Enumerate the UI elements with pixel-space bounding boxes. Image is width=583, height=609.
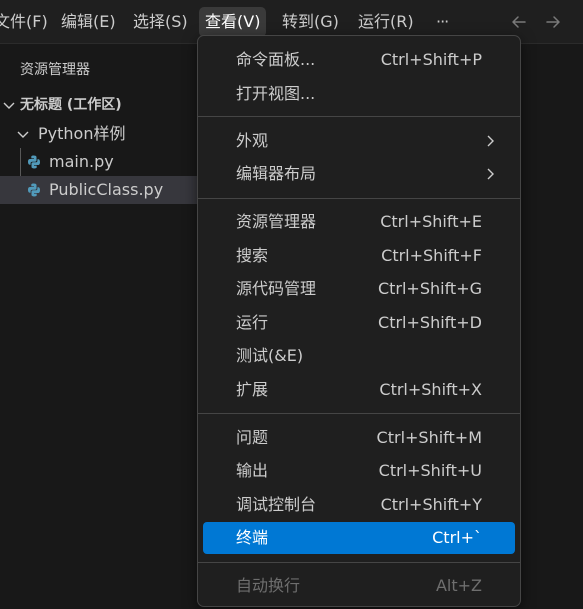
menu-go[interactable]: 转到(G): [276, 7, 345, 37]
chevron-down-icon: [17, 131, 29, 138]
folder-label: Python样例: [38, 124, 126, 143]
chevron-right-icon: [487, 168, 494, 180]
menu-item-label: 源代码管理: [236, 279, 317, 298]
menu-item-run[interactable]: 运行 Ctrl+Shift+D: [203, 307, 515, 339]
menu-item-label: 输出: [236, 461, 269, 480]
menu-item-label: 调试控制台: [236, 495, 317, 514]
file-row-publicclass[interactable]: PublicClass.py: [0, 176, 197, 204]
menu-item-appearance[interactable]: 外观: [203, 125, 515, 157]
menu-item-command-palette[interactable]: 命令面板... Ctrl+Shift+P: [203, 44, 515, 76]
menu-item-label: 终端: [236, 528, 269, 547]
menu-separator: [198, 198, 520, 199]
menu-item-shortcut: Ctrl+Shift+X: [379, 380, 482, 399]
menu-separator: [198, 413, 520, 414]
menu-item-label: 搜索: [236, 246, 269, 265]
menu-item-label: 问题: [236, 428, 269, 447]
menu-item-shortcut: Ctrl+Shift+Y: [380, 495, 482, 514]
menu-item-extensions[interactable]: 扩展 Ctrl+Shift+X: [203, 374, 515, 406]
menu-item-label: 外观: [236, 131, 269, 150]
menu-item-label: 编辑器布局: [236, 164, 317, 183]
python-file-icon: [28, 183, 40, 197]
menu-item-shortcut: Ctrl+Shift+M: [376, 428, 482, 447]
menu-run[interactable]: 运行(R): [352, 7, 420, 37]
arrow-left-icon[interactable]: [507, 10, 531, 34]
file-row-main[interactable]: main.py: [0, 148, 197, 176]
menu-item-source-control[interactable]: 源代码管理 Ctrl+Shift+G: [203, 273, 515, 305]
menu-item-shortcut: Ctrl+`: [432, 528, 482, 547]
view-menu-dropdown: 命令面板... Ctrl+Shift+P 打开视图... 外观 编辑器布局 资源…: [197, 35, 521, 607]
menu-separator: [198, 562, 520, 563]
menu-more[interactable]: ···: [430, 7, 454, 37]
menu-item-explorer[interactable]: 资源管理器 Ctrl+Shift+E: [203, 206, 515, 238]
menu-item-open-view[interactable]: 打开视图...: [203, 78, 515, 110]
menu-selection[interactable]: 选择(S): [127, 7, 194, 37]
python-file-icon: [28, 155, 40, 169]
menu-item-shortcut: Alt+Z: [435, 576, 482, 595]
menu-item-label: 资源管理器: [236, 212, 317, 231]
menu-item-problems[interactable]: 问题 Ctrl+Shift+M: [203, 422, 515, 454]
menu-item-label: 测试(&E): [236, 346, 304, 365]
menu-item-label: 命令面板...: [236, 50, 316, 69]
menu-edit[interactable]: 编辑(E): [55, 7, 122, 37]
menu-item-shortcut: Ctrl+Shift+U: [378, 461, 482, 480]
menu-item-label: 运行: [236, 313, 269, 332]
chevron-right-icon: [487, 135, 494, 147]
explorer-sidebar: 资源管理器 无标题 (工作区) Python样例 main.py PublicC…: [0, 44, 197, 609]
menu-item-editor-layout[interactable]: 编辑器布局: [203, 158, 515, 190]
menu-item-testing[interactable]: 测试(&E): [203, 340, 515, 372]
menu-item-shortcut: Ctrl+Shift+F: [381, 246, 482, 265]
menu-item-debug-console[interactable]: 调试控制台 Ctrl+Shift+Y: [203, 489, 515, 521]
menu-item-word-wrap: 自动换行 Alt+Z: [203, 570, 515, 602]
explorer-title: 资源管理器: [20, 62, 90, 78]
menu-item-shortcut: Ctrl+Shift+E: [380, 212, 482, 231]
file-label: main.py: [49, 152, 114, 171]
file-label: PublicClass.py: [49, 180, 164, 199]
menu-item-shortcut: Ctrl+Shift+P: [380, 50, 482, 69]
workspace-label: 无标题 (工作区): [20, 97, 122, 113]
chevron-down-icon: [3, 102, 15, 109]
arrow-right-icon[interactable]: [541, 10, 565, 34]
menu-item-label: 打开视图...: [236, 84, 316, 103]
folder-row[interactable]: Python样例: [0, 120, 197, 148]
menu-item-terminal[interactable]: 终端 Ctrl+`: [203, 522, 515, 554]
menu-item-shortcut: Ctrl+Shift+D: [378, 313, 482, 332]
menu-item-shortcut: Ctrl+Shift+G: [377, 279, 482, 298]
menu-item-search[interactable]: 搜索 Ctrl+Shift+F: [203, 240, 515, 272]
menu-separator: [198, 116, 520, 117]
menu-item-label: 扩展: [236, 380, 269, 399]
menu-item-label: 自动换行: [236, 576, 301, 595]
menu-file[interactable]: 文件(F): [0, 7, 54, 37]
menu-item-output[interactable]: 输出 Ctrl+Shift+U: [203, 455, 515, 487]
vscode-window: 文件(F) 编辑(E) 选择(S) 查看(V) 转到(G) 运行(R) ··· …: [0, 0, 583, 609]
workspace-row[interactable]: 无标题 (工作区): [0, 91, 197, 119]
menu-view[interactable]: 查看(V): [199, 7, 267, 37]
